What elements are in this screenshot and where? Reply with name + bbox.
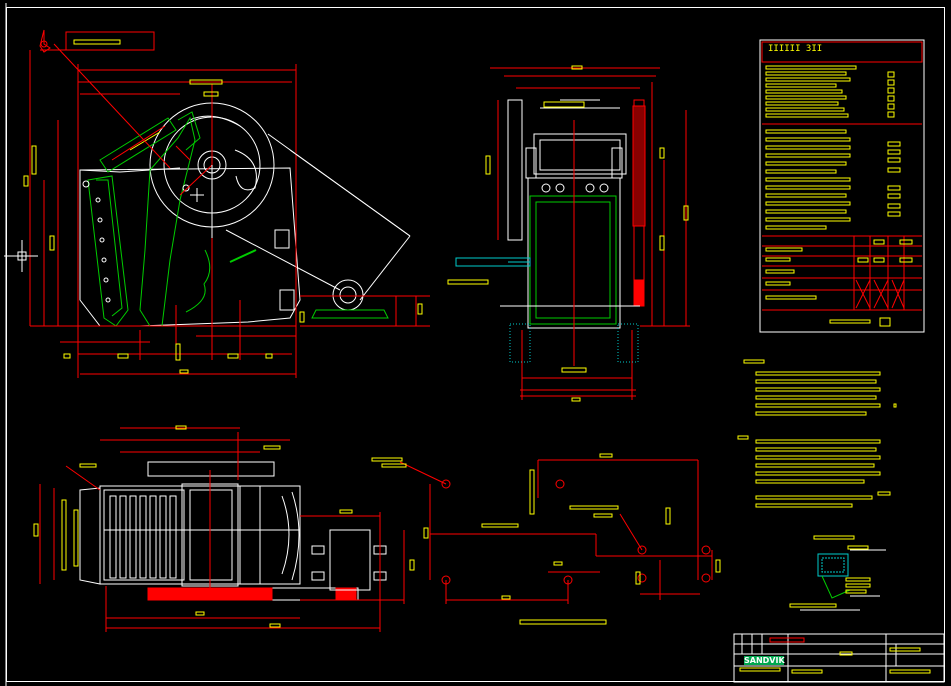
- table-title-label: IIIIII 3II: [768, 44, 823, 54]
- specification-table: [759, 39, 925, 333]
- front-elevation-view: [447, 65, 690, 402]
- company-logo: SANDVIK: [744, 656, 785, 665]
- detail-callout: [789, 535, 886, 611]
- general-notes: [737, 359, 897, 508]
- foundation-bolt-layout: [371, 453, 721, 625]
- cad-drawing: [4, 3, 945, 686]
- side-elevation-view: [4, 29, 430, 378]
- plan-view: [33, 425, 415, 632]
